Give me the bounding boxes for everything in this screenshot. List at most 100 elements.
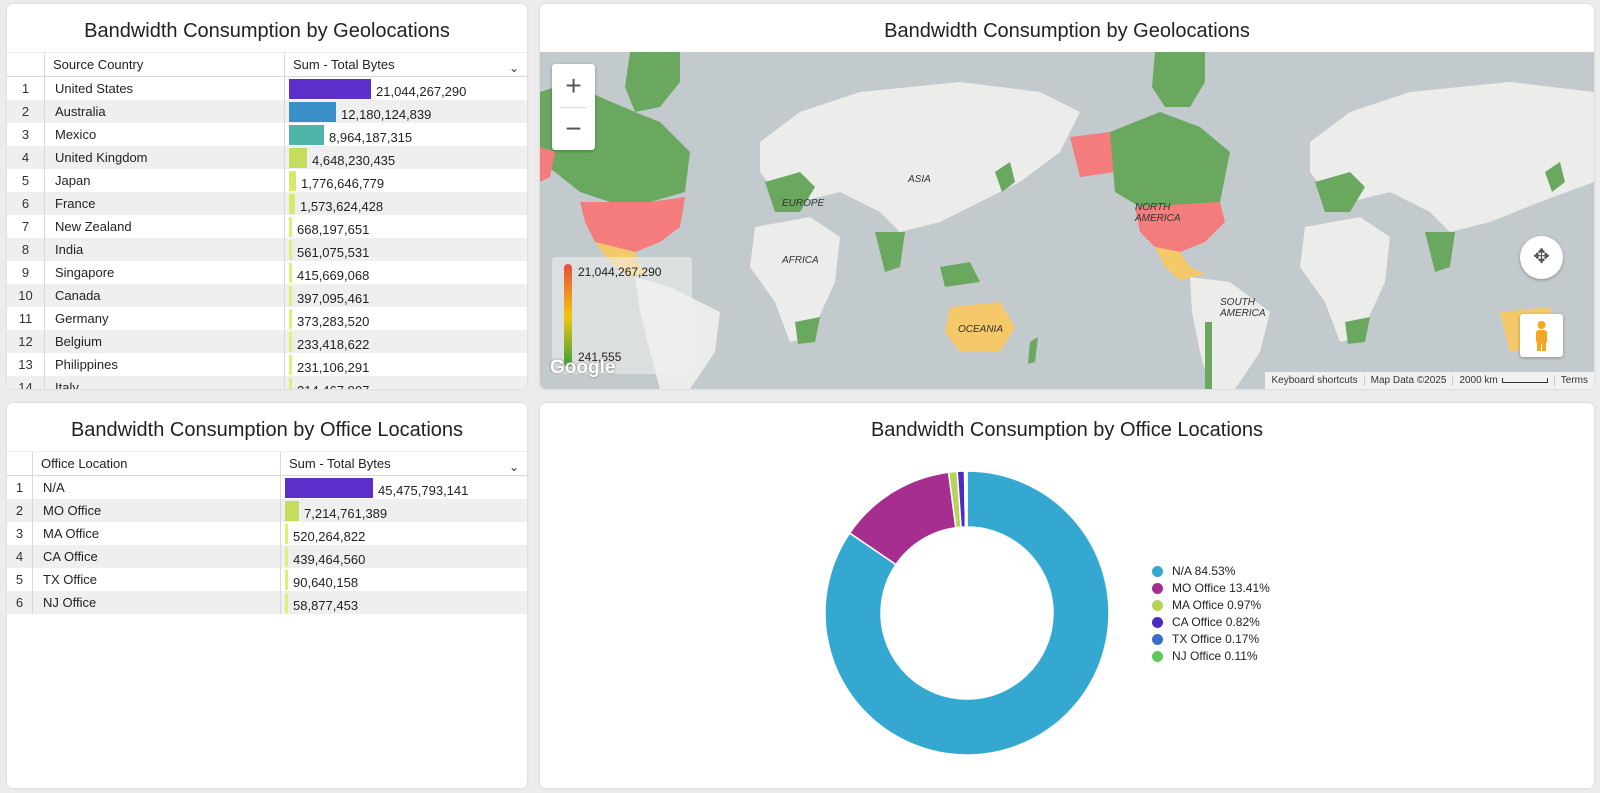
row-number: 6 (15, 595, 24, 610)
table-row[interactable]: 12 Belgium 233,418,622 (7, 330, 527, 353)
value-bar (289, 102, 336, 122)
south-america-green-strip (1205, 322, 1212, 389)
eurasia-shape-right (1310, 82, 1594, 232)
table-row[interactable]: 10 Canada 397,095,461 (7, 284, 527, 307)
row-number: 4 (21, 150, 30, 165)
row-label: NJ Office (32, 591, 280, 614)
greenland-shape-left (625, 52, 680, 112)
row-label: Italy (44, 376, 284, 389)
usa-shape-left (580, 197, 685, 252)
donut-slice-nj-office[interactable] (965, 470, 968, 528)
row-number: 9 (21, 265, 30, 280)
row-value-cell: 1,573,624,428 (284, 192, 527, 215)
table-row[interactable]: 2 Australia 12,180,124,839 (7, 100, 527, 123)
zoom-in-button[interactable]: + (552, 64, 595, 107)
table-row[interactable]: 14 Italy 214,467,907 (7, 376, 527, 389)
africa-shape (750, 217, 840, 342)
map-label-europe: EUROPE (782, 198, 825, 209)
map-label-north-america: NORTH AMERICA (1135, 202, 1181, 224)
row-number: 3 (15, 526, 24, 541)
row-value-cell: 12,180,124,839 (284, 100, 527, 123)
legend-label: MA Office 0.97% (1172, 598, 1262, 612)
column-header-total-bytes[interactable]: Sum - Total Bytes ⌄ (284, 53, 527, 77)
table-row[interactable]: 4 CA Office 439,464,560 (7, 545, 527, 568)
column-header-total-bytes[interactable]: Sum - Total Bytes ⌄ (280, 452, 527, 476)
table-row[interactable]: 7 New Zealand 668,197,651 (7, 215, 527, 238)
office-donut-card: Bandwidth Consumption by Office Location… (540, 403, 1594, 788)
row-label: MO Office (32, 499, 280, 522)
street-view-button[interactable] (1520, 314, 1563, 357)
terms-link[interactable]: Terms (1553, 375, 1594, 386)
row-value-cell: 397,095,461 (284, 284, 527, 307)
row-value-cell: 4,648,230,435 (284, 146, 527, 169)
row-label: United States (44, 77, 284, 100)
keyboard-shortcuts-link[interactable]: Keyboard shortcuts (1265, 375, 1363, 386)
legend-label: MO Office 13.41% (1172, 581, 1270, 595)
column-header-source-country[interactable]: Source Country (44, 53, 284, 77)
table-row[interactable]: 1 N/A 45,475,793,141 (7, 476, 527, 499)
value-bar (289, 217, 292, 237)
legend-item[interactable]: MO Office 13.41% (1152, 580, 1270, 597)
legend-item[interactable]: NJ Office 0.11% (1152, 648, 1270, 665)
row-number: 5 (15, 572, 24, 587)
value-bar (285, 593, 288, 613)
row-label: New Zealand (44, 215, 284, 238)
legend-dot-icon (1152, 617, 1163, 628)
table-row[interactable]: 8 India 561,075,531 (7, 238, 527, 261)
pegman-icon (1536, 321, 1547, 351)
canada-shape-right (1110, 112, 1230, 207)
table-row[interactable]: 1 United States 21,044,267,290 (7, 77, 527, 100)
table-row[interactable]: 2 MO Office 7,214,761,389 (7, 499, 527, 522)
row-value-cell: 214,467,907 (284, 376, 527, 389)
table-row[interactable]: 11 Germany 373,283,520 (7, 307, 527, 330)
row-value-cell: 415,669,068 (284, 261, 527, 284)
row-value-cell: 233,418,622 (284, 330, 527, 353)
legend-item[interactable]: N/A 84.53% (1152, 563, 1270, 580)
google-logo: Google (550, 357, 616, 378)
world-map[interactable]: ASIA EUROPE AFRICA OCEANIA NORTH AMERICA… (540, 52, 1594, 389)
table-row[interactable]: 9 Singapore 415,669,068 (7, 261, 527, 284)
row-value-cell: 21,044,267,290 (284, 77, 527, 100)
row-number: 2 (21, 104, 30, 119)
row-label: Belgium (44, 330, 284, 353)
row-value-cell: 668,197,651 (284, 215, 527, 238)
southeast-asia-green (940, 262, 980, 287)
map-label-south-america: SOUTH AMERICA (1220, 297, 1266, 319)
map-pan-button[interactable]: ✥ (1520, 236, 1563, 279)
row-number: 5 (21, 173, 30, 188)
row-number: 7 (21, 219, 30, 234)
value-bar (289, 263, 292, 283)
row-label: Australia (44, 100, 284, 123)
value-bar (285, 501, 299, 521)
table-row[interactable]: 3 MA Office 520,264,822 (7, 522, 527, 545)
legend-dot-icon (1152, 583, 1163, 594)
map-label-asia: ASIA (908, 174, 931, 185)
table-row[interactable]: 3 Mexico 8,964,187,315 (7, 123, 527, 146)
map-scale[interactable]: 2000 km (1452, 375, 1553, 386)
row-label: Japan (44, 169, 284, 192)
row-label: CA Office (32, 545, 280, 568)
table-row[interactable]: 5 TX Office 90,640,158 (7, 568, 527, 591)
office-table: Office Location Sum - Total Bytes ⌄ 1 N/A… (7, 451, 527, 788)
row-number: 12 (18, 334, 33, 349)
row-value-cell: 373,283,520 (284, 307, 527, 330)
column-header-office-location[interactable]: Office Location (32, 452, 287, 476)
legend-item[interactable]: TX Office 0.17% (1152, 631, 1270, 648)
row-value-cell: 1,776,646,779 (284, 169, 527, 192)
table-row[interactable]: 4 United Kingdom 4,648,230,435 (7, 146, 527, 169)
table-row[interactable]: 6 NJ Office 58,877,453 (7, 591, 527, 614)
zoom-controls: + − (552, 64, 595, 150)
greenland-shape-right (1152, 52, 1205, 107)
new-zealand-green (1028, 337, 1038, 364)
legend-item[interactable]: CA Office 0.82% (1152, 614, 1270, 631)
zoom-out-button[interactable]: − (552, 107, 595, 150)
table-row[interactable]: 13 Philippines 231,106,291 (7, 353, 527, 376)
table-row[interactable]: 6 France 1,573,624,428 (7, 192, 527, 215)
legend-dot-icon (1152, 566, 1163, 577)
legend-dot-icon (1152, 651, 1163, 662)
row-value-cell: 561,075,531 (284, 238, 527, 261)
map-label-oceania: OCEANIA (958, 324, 1004, 335)
row-value: 58,877,453 (293, 598, 359, 613)
table-row[interactable]: 5 Japan 1,776,646,779 (7, 169, 527, 192)
legend-item[interactable]: MA Office 0.97% (1152, 597, 1270, 614)
